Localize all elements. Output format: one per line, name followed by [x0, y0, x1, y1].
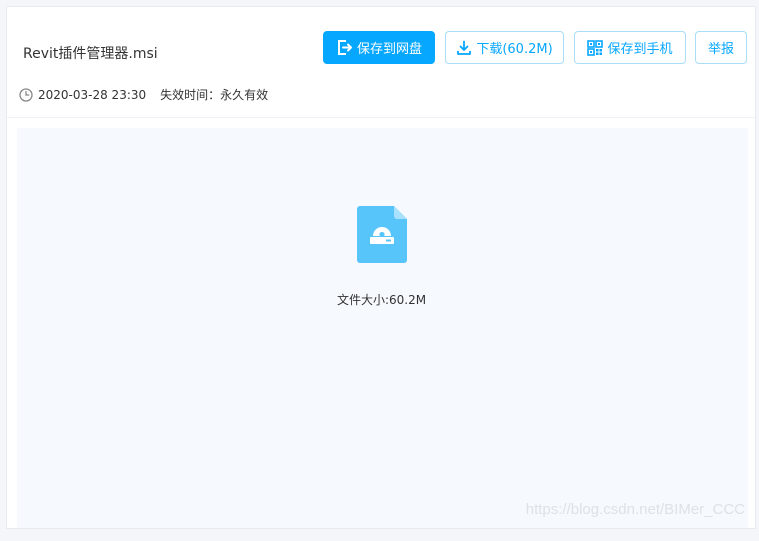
- save-to-phone-button[interactable]: 保存到手机: [574, 31, 686, 64]
- share-card: Revit插件管理器.msi 保存到网盘 下载(60.2M) 保存到手机 举报 …: [6, 6, 756, 529]
- expire-info: 失效时间：永久有效: [160, 88, 269, 102]
- save-to-disk-icon: [336, 39, 353, 56]
- file-meta: 2020-03-28 23:30 失效时间：永久有效: [19, 86, 268, 103]
- file-size-label: 文件大小:60.2M: [17, 291, 748, 308]
- download-icon: [456, 40, 472, 56]
- upload-date: 2020-03-28 23:30: [38, 87, 147, 102]
- report-label: 举报: [707, 42, 734, 57]
- download-label: 下载(60.2M): [476, 42, 553, 57]
- save-to-disk-label: 保存到网盘: [356, 42, 422, 57]
- file-preview: 文件大小:60.2M: [17, 128, 748, 528]
- save-to-phone-label: 保存到手机: [607, 42, 673, 57]
- file-size-text: 文件大小:60.2M: [336, 293, 427, 307]
- clock-icon: [19, 87, 33, 102]
- save-to-disk-button[interactable]: 保存到网盘: [323, 31, 435, 64]
- download-button[interactable]: 下载(60.2M): [445, 31, 564, 64]
- file-name: Revit插件管理器.msi: [23, 46, 158, 62]
- divider: [7, 117, 755, 118]
- watermark: https://blog.csdn.net/BIMer_CCC: [525, 501, 745, 518]
- qrcode-icon: [587, 39, 604, 56]
- report-button[interactable]: 举报: [695, 31, 747, 64]
- installer-file-icon: [357, 206, 407, 267]
